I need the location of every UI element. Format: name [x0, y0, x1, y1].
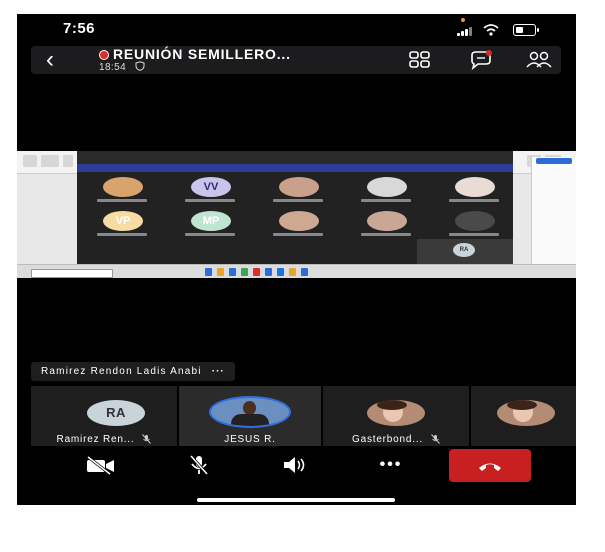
shared-participant-tile [443, 175, 507, 205]
shared-participant-tile [267, 209, 331, 239]
shared-participant-name-bar [185, 199, 235, 202]
shared-video-gallery: VV VP MP RA [77, 151, 513, 264]
hang-up-icon [479, 463, 501, 471]
leave-call-button[interactable] [449, 449, 531, 482]
shared-participant-name-bar [185, 233, 235, 236]
participant-tile[interactable]: Gasterbond... [323, 386, 469, 446]
shared-participant-name-bar [273, 199, 323, 202]
shared-participant-name-bar [449, 199, 499, 202]
shared-participant-avatar: MP [191, 211, 231, 231]
shared-participant-tile [355, 175, 419, 205]
home-indicator[interactable] [197, 498, 395, 502]
participant-tile[interactable]: RA Ramirez Ren... [31, 386, 177, 446]
meeting-toolbar: ••• [17, 446, 576, 505]
shared-participant-avatar [103, 177, 143, 197]
recording-icon [99, 50, 109, 60]
video-off-icon [87, 455, 114, 475]
signal-icon [457, 26, 475, 36]
shared-participant-avatar [367, 211, 407, 231]
active-speaker-label[interactable]: Ramirez Rendon Ladis Anabi ··· [31, 362, 235, 381]
participant-photo [497, 400, 555, 426]
active-speaker-name: Ramirez Rendon Ladis Anabi [41, 366, 202, 377]
participant-name: Gasterbond... [352, 434, 423, 445]
shared-participant-name-bar [361, 199, 411, 202]
participant-name: JESUS R. [224, 434, 276, 445]
shared-participant-avatar [455, 177, 495, 197]
shared-self-avatar: RA [453, 243, 475, 257]
shared-participant-tile: VV [179, 175, 243, 205]
shield-icon [135, 61, 145, 71]
shared-participant-name-bar [273, 233, 323, 236]
participant-tile[interactable] [471, 386, 576, 446]
participant-photo [367, 400, 425, 426]
phone-screen: 7:56 ‹ REUNIÓN SEMILLERO... 18:54 VV VP … [17, 14, 576, 505]
windows-taskbar [17, 264, 576, 278]
shared-participant-name-bar [97, 199, 147, 202]
participant-tile-active[interactable]: JESUS R. [179, 386, 321, 446]
speaker-icon [284, 457, 305, 473]
chat-icon[interactable] [467, 49, 495, 71]
shared-participant-name-bar [361, 233, 411, 236]
shared-participant-tile: MP [179, 209, 243, 239]
speaker-more-icon[interactable]: ··· [212, 366, 225, 377]
participant-avatar: RA [87, 400, 145, 426]
wifi-icon [483, 24, 499, 36]
shared-participant-avatar: VP [103, 211, 143, 231]
shared-participant-tile [267, 175, 331, 205]
speaker-button[interactable] [275, 450, 315, 480]
shared-participant-avatar [455, 211, 495, 231]
document-side-panel [531, 157, 576, 267]
shared-participant-name-bar [97, 233, 147, 236]
status-time: 7:56 [63, 20, 96, 37]
shared-participant-tile [355, 209, 419, 239]
shared-participant-name-bar [449, 233, 499, 236]
battery-icon [513, 24, 539, 36]
participant-strip: RA Ramirez Ren... JESUS R. Gasterbond... [17, 386, 576, 446]
shared-participant-tile [91, 175, 155, 205]
more-options-button[interactable]: ••• [371, 450, 411, 480]
meeting-timer: 18:54 [99, 62, 127, 73]
participant-name: Ramirez Ren... [56, 434, 135, 445]
shared-participant-avatar [279, 177, 319, 197]
shared-self-tile: RA [417, 239, 513, 264]
meeting-title: REUNIÓN SEMILLERO... [113, 46, 291, 62]
participants-icon[interactable] [525, 49, 553, 71]
grid-view-icon[interactable] [407, 49, 433, 71]
muted-mic-icon [431, 434, 440, 445]
shared-participant-avatar [367, 177, 407, 197]
shared-participant-avatar: VV [191, 177, 231, 197]
mute-button[interactable] [179, 450, 219, 480]
participant-photo [209, 396, 291, 428]
mic-off-icon [189, 455, 209, 475]
shared-participant-tile: VP [91, 209, 155, 239]
meeting-header: ‹ REUNIÓN SEMILLERO... 18:54 [31, 46, 561, 74]
shared-screen: VV VP MP RA [17, 151, 576, 278]
muted-mic-icon [142, 434, 152, 445]
mic-in-use-indicator [461, 18, 465, 22]
shared-participant-tile [443, 209, 507, 239]
shared-participant-avatar [279, 211, 319, 231]
video-off-button[interactable] [81, 450, 121, 480]
back-button[interactable]: ‹ [35, 48, 65, 74]
